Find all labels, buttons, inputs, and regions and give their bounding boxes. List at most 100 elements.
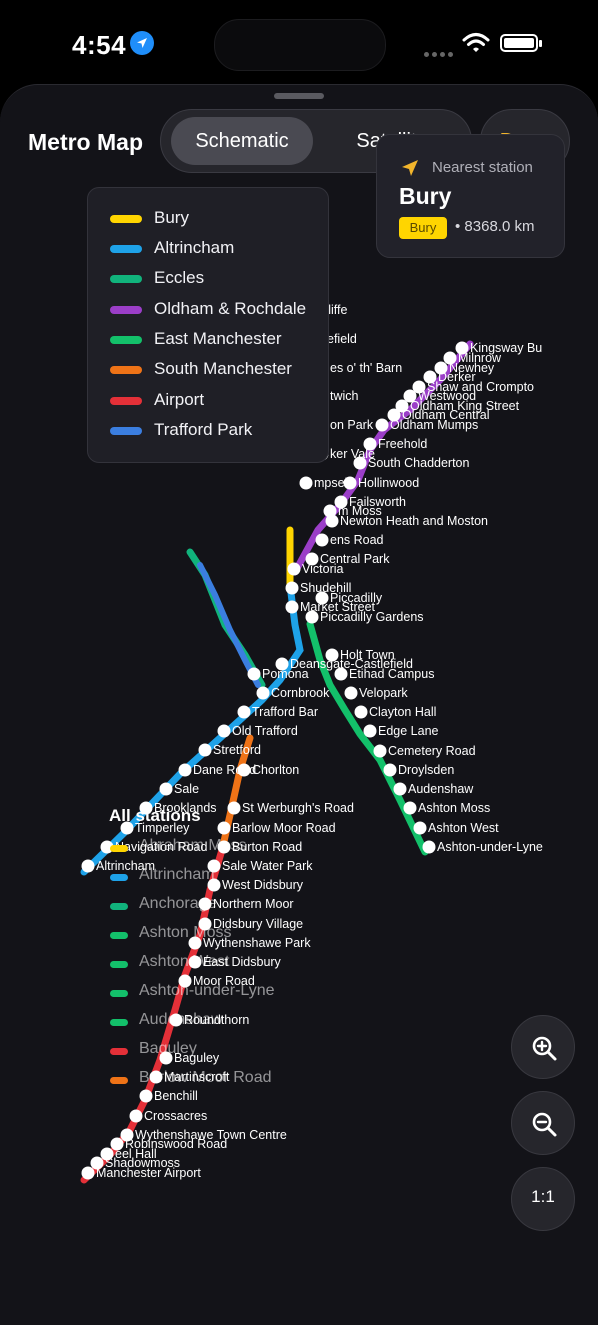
station-stop[interactable] [178,763,192,777]
reset-zoom-button[interactable]: 1:1 [511,1167,575,1231]
station-label: Etihad Campus [349,667,434,681]
legend-label: East Manchester [154,329,282,348]
station-label: Stretford [213,743,261,757]
station-label: Barlow Moor Road [232,821,336,835]
station-label: Chorlton [252,763,299,777]
station-label: ens Road [330,533,384,547]
station-label: Hollinwood [358,476,419,490]
station-name: Anchorage [139,895,217,912]
line-swatch [110,1048,128,1055]
station-name: Baguley [139,1040,197,1057]
station-label: Crossacres [144,1109,207,1123]
station-stop[interactable] [237,705,251,719]
station-label: Ashton-under-Lyne [437,840,543,854]
nearest-station-name: Bury [399,183,452,209]
station-stop[interactable] [217,821,231,835]
station-label: Clayton Hall [369,705,436,719]
nearest-station-distance: • 8368.0 km [455,218,535,235]
station-label: Manchester Airport [96,1166,201,1180]
station-label: Sale Water Park [222,859,313,873]
line-swatch [110,845,128,852]
station-label: Old Trafford [232,724,298,738]
line-swatch [110,1019,128,1026]
legend-label: Eccles [154,268,205,287]
legend-label: Airport [154,390,205,409]
station-label: Edge Lane [378,724,439,738]
station-label: Dane Road [193,763,256,777]
line-swatch [110,874,128,881]
station-label: Freehold [378,437,427,451]
line-legend: Bury Altrincham Eccles Oldham & Rochdale… [87,187,329,463]
zoom-out-icon [532,1112,557,1137]
location-arrow-icon [399,157,421,184]
reset-zoom-label: 1:1 [531,1187,555,1206]
legend-swatch [110,336,142,344]
legend-swatch [110,245,142,253]
legend-label: South Manchester [154,359,292,378]
station-label: Cemetery Road [388,744,476,758]
legend-swatch [110,215,142,223]
station-stop[interactable] [159,782,173,796]
station-stop[interactable] [227,801,241,815]
station-label: Audenshaw [408,782,474,796]
station-name: Ashton West [139,953,230,970]
line-badge: Bury [399,217,447,239]
nearest-station-card[interactable]: Nearest station Bury Bury • 8368.0 km [376,134,565,258]
station-name: Audenshaw [139,1011,223,1028]
station-stop[interactable] [256,686,270,700]
station-stop[interactable] [198,743,212,757]
station-stop[interactable] [354,705,368,719]
station-stop[interactable] [422,840,436,854]
zoom-in-button[interactable] [511,1015,575,1079]
station-stop[interactable] [129,1109,143,1123]
station-stop[interactable] [413,821,427,835]
station-stop[interactable] [139,1089,153,1103]
line-swatch [110,932,128,939]
station-stop[interactable] [383,763,397,777]
station-label: Pomona [262,667,309,681]
legend-swatch [110,275,142,283]
station-stop[interactable] [393,782,407,796]
zoom-in-icon [532,1036,557,1061]
station-stop[interactable] [344,686,358,700]
line-swatch [110,903,128,910]
station-name: Abraham Moss [139,837,247,854]
station-stop[interactable] [285,581,299,595]
line-swatch [110,961,128,968]
station-stop[interactable] [247,667,261,681]
station-stop[interactable] [81,859,95,873]
station-name: Ashton Moss [139,924,232,941]
station-stop[interactable] [299,476,313,490]
station-label: Ashton Moss [418,801,490,815]
station-name: Barlow Moor Road [139,1069,272,1086]
station-stop[interactable] [403,801,417,815]
station-stop[interactable] [285,600,299,614]
station-label: Oldham Mumps [390,418,478,432]
station-label: Newton Heath and Moston [340,514,488,528]
line-swatch [110,990,128,997]
station-stop[interactable] [81,1166,95,1180]
station-label: es o' th' Barn [330,361,402,375]
station-label: mpsel [314,476,347,490]
station-stop[interactable] [363,724,377,738]
station-stop[interactable] [315,533,329,547]
zoom-out-button[interactable] [511,1091,575,1155]
station-label: Sale [174,782,199,796]
nearest-station-label: Nearest station [432,159,533,176]
station-label: efield [327,332,357,346]
station-label: on Park [330,418,374,432]
legend-label: Trafford Park [154,420,253,439]
station-name: Ashton-under-Lyne [139,982,275,999]
legend-label: Altrincham [154,238,235,257]
station-stop[interactable] [375,418,389,432]
line-trafford-park [197,562,261,688]
station-stop[interactable] [287,562,301,576]
station-stop[interactable] [325,514,339,528]
station-label: Ashton West [428,821,499,835]
station-label: Victoria [302,562,344,576]
station-stop[interactable] [373,744,387,758]
station-name: Altrincham [139,866,215,883]
station-label: South Chadderton [368,456,470,470]
legend-label: Oldham & Rochdale [154,299,307,318]
station-stop[interactable] [217,724,231,738]
